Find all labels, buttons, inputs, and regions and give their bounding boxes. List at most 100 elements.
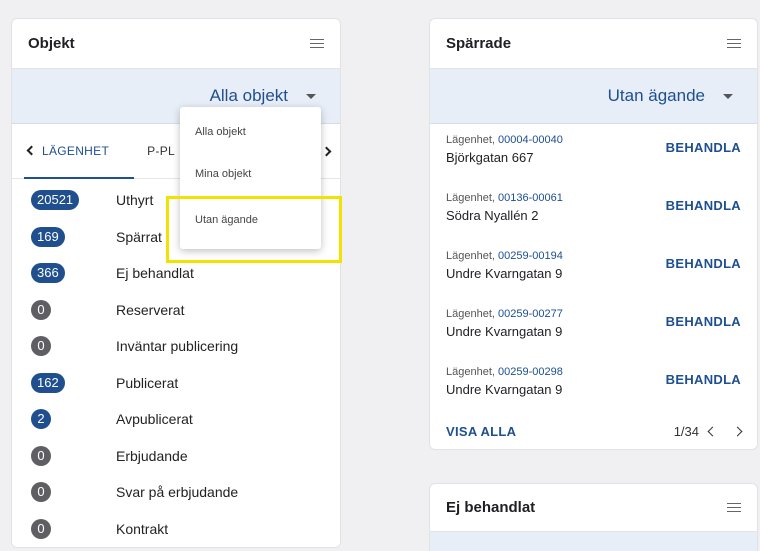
status-count-badge: 20521 xyxy=(31,190,80,211)
entry-info: Lägenhet, 00004-00040 Björkgatan 667 xyxy=(446,124,563,182)
chevron-left-icon[interactable] xyxy=(26,145,37,156)
status-count-badge: 0 xyxy=(31,518,51,539)
status-label: Spärrat xyxy=(116,228,162,245)
status-count-badge: 366 xyxy=(31,263,65,284)
behandla-button[interactable]: BEHANDLA xyxy=(666,356,741,414)
objekt-card-title: Objekt xyxy=(28,35,75,52)
status-row[interactable]: 0 Svar på erbjudande xyxy=(12,474,340,511)
entry-code-link[interactable]: 00259-00277 xyxy=(498,308,563,320)
status-count-badge: 0 xyxy=(31,299,51,320)
status-label: Svar på erbjudande xyxy=(116,484,239,501)
ejbehandlat-card: Ej behandlat xyxy=(429,483,758,551)
chevron-left-icon[interactable] xyxy=(707,426,718,436)
badge-wrap: 2 xyxy=(31,409,116,430)
entry-type-line: Lägenhet, 00259-00277 xyxy=(446,308,563,320)
hamburger-menu-icon[interactable] xyxy=(727,502,741,513)
badge-wrap: 162 xyxy=(31,372,116,393)
badge-wrap: 366 xyxy=(31,263,116,284)
behandla-button[interactable]: BEHANDLA xyxy=(666,240,741,298)
status-row[interactable]: 162 Publicerat xyxy=(12,365,340,402)
entry-code-link[interactable]: 00136-00061 xyxy=(498,192,563,204)
sparrade-card-title: Spärrade xyxy=(446,35,512,52)
entry-type: Lägenhet, xyxy=(446,134,495,146)
entry-code-link[interactable]: 00259-00194 xyxy=(498,250,563,262)
status-count-badge: 0 xyxy=(31,336,51,357)
sparrad-entry: Lägenhet, 00004-00040 Björkgatan 667 BEHAN… xyxy=(430,124,757,182)
entry-type-line: Lägenhet, 00259-00194 xyxy=(446,250,563,262)
entry-code-link[interactable]: 00259-00298 xyxy=(498,366,563,378)
entry-type: Lägenhet, xyxy=(446,366,495,378)
chevron-right-icon[interactable] xyxy=(732,426,743,436)
status-row[interactable]: 0 Reserverat xyxy=(12,292,340,329)
status-label: Inväntar publicering xyxy=(116,338,239,355)
entry-type: Lägenhet, xyxy=(446,308,495,320)
badge-wrap: 20521 xyxy=(31,190,116,211)
highlight-box xyxy=(166,196,342,263)
ejbehandlat-card-header: Ej behandlat xyxy=(430,484,757,532)
entry-info: Lägenhet, 00136-00061 Södra Nyallén 2 xyxy=(446,182,563,240)
active-tab-indicator xyxy=(24,177,134,179)
entry-type-line: Lägenhet, 00259-00298 xyxy=(446,366,563,378)
sparrade-card-footer: VISA ALLA 1/34 xyxy=(430,414,757,444)
status-label: Avpublicerat xyxy=(116,411,193,428)
status-count-badge: 2 xyxy=(31,409,51,430)
tab-lagenhet[interactable]: LÄGENHET xyxy=(26,144,110,158)
status-row[interactable]: 2 Avpublicerat xyxy=(12,401,340,438)
status-label: Kontrakt xyxy=(116,520,169,537)
caret-down-icon xyxy=(723,93,733,99)
dropdown-option-mina-objekt[interactable]: Mina objekt xyxy=(180,151,321,197)
hamburger-menu-icon[interactable] xyxy=(310,38,324,49)
sparrade-filter-select[interactable]: Utan ägande xyxy=(430,69,757,124)
behandla-button[interactable]: BEHANDLA xyxy=(666,124,741,182)
sparrad-entry: Lägenhet, 00259-00277 Undre Kvarngatan 9 B… xyxy=(430,298,757,356)
entry-code-link[interactable]: 00004-00040 xyxy=(498,134,563,146)
status-count-badge: 169 xyxy=(31,226,65,247)
badge-wrap: 0 xyxy=(31,482,116,503)
status-row[interactable]: 0 Erbjudande xyxy=(12,438,340,475)
entry-address: Undre Kvarngatan 9 xyxy=(446,324,563,339)
entry-address: Undre Kvarngatan 9 xyxy=(446,382,563,397)
status-label: Publicerat xyxy=(116,374,179,391)
behandla-button[interactable]: BEHANDLA xyxy=(666,298,741,356)
entry-info: Lägenhet, 00259-00194 Undre Kvarngatan 9 xyxy=(446,240,563,298)
status-count-badge: 0 xyxy=(31,482,51,503)
status-label: Erbjudande xyxy=(116,447,188,464)
badge-wrap: 0 xyxy=(31,518,116,539)
entry-type: Lägenhet, xyxy=(446,192,495,204)
entry-info: Lägenhet, 00259-00298 Undre Kvarngatan 9 xyxy=(446,356,563,414)
sparrade-filter-value: Utan ägande xyxy=(607,86,705,105)
sparrad-entry: Lägenhet, 00136-00061 Södra Nyallén 2 BEHA… xyxy=(430,182,757,240)
entry-address: Södra Nyallén 2 xyxy=(446,208,539,223)
status-count-badge: 0 xyxy=(31,445,51,466)
status-label: Uthyrt xyxy=(116,192,154,209)
caret-down-icon xyxy=(306,93,316,99)
status-row[interactable]: 0 Inväntar publicering xyxy=(12,328,340,365)
entry-address: Undre Kvarngatan 9 xyxy=(446,266,563,281)
badge-wrap: 0 xyxy=(31,445,116,466)
sparrade-card: Spärrade Utan ägande Lägenhet, 00004-000… xyxy=(429,18,758,450)
entry-type: Lägenhet, xyxy=(446,250,495,262)
ejbehandlat-card-title: Ej behandlat xyxy=(446,499,536,516)
sparrad-entry: Lägenhet, 00259-00298 Undre Kvarngatan 9 B… xyxy=(430,356,757,414)
status-row[interactable]: 0 Kontrakt xyxy=(12,511,340,548)
badge-wrap: 0 xyxy=(31,299,116,320)
dropdown-option-alla-objekt[interactable]: Alla objekt xyxy=(180,113,321,151)
tab-lagenhet-label: LÄGENHET xyxy=(42,144,110,158)
hamburger-menu-icon[interactable] xyxy=(727,38,741,49)
status-label: Ej behandlat xyxy=(116,265,194,282)
pagination: 1/34 xyxy=(674,424,743,439)
entry-type-line: Lägenhet, 00004-00040 xyxy=(446,134,563,146)
entry-info: Lägenhet, 00259-00277 Undre Kvarngatan 9 xyxy=(446,298,563,356)
sparrade-card-header: Spärrade xyxy=(430,19,757,69)
status-count-badge: 162 xyxy=(31,372,65,393)
entry-address: Björkgatan 667 xyxy=(446,150,534,165)
ejbehandlat-filter-select[interactable] xyxy=(430,532,757,551)
status-label: Reserverat xyxy=(116,301,185,318)
visa-alla-link[interactable]: VISA ALLA xyxy=(446,424,516,439)
entry-type-line: Lägenhet, 00136-00061 xyxy=(446,192,563,204)
chevron-right-icon[interactable] xyxy=(321,146,332,157)
badge-wrap: 169 xyxy=(31,226,116,247)
objekt-card-header: Objekt xyxy=(12,19,340,69)
tab-p-plats[interactable]: P-PL xyxy=(147,144,175,158)
behandla-button[interactable]: BEHANDLA xyxy=(666,182,741,240)
